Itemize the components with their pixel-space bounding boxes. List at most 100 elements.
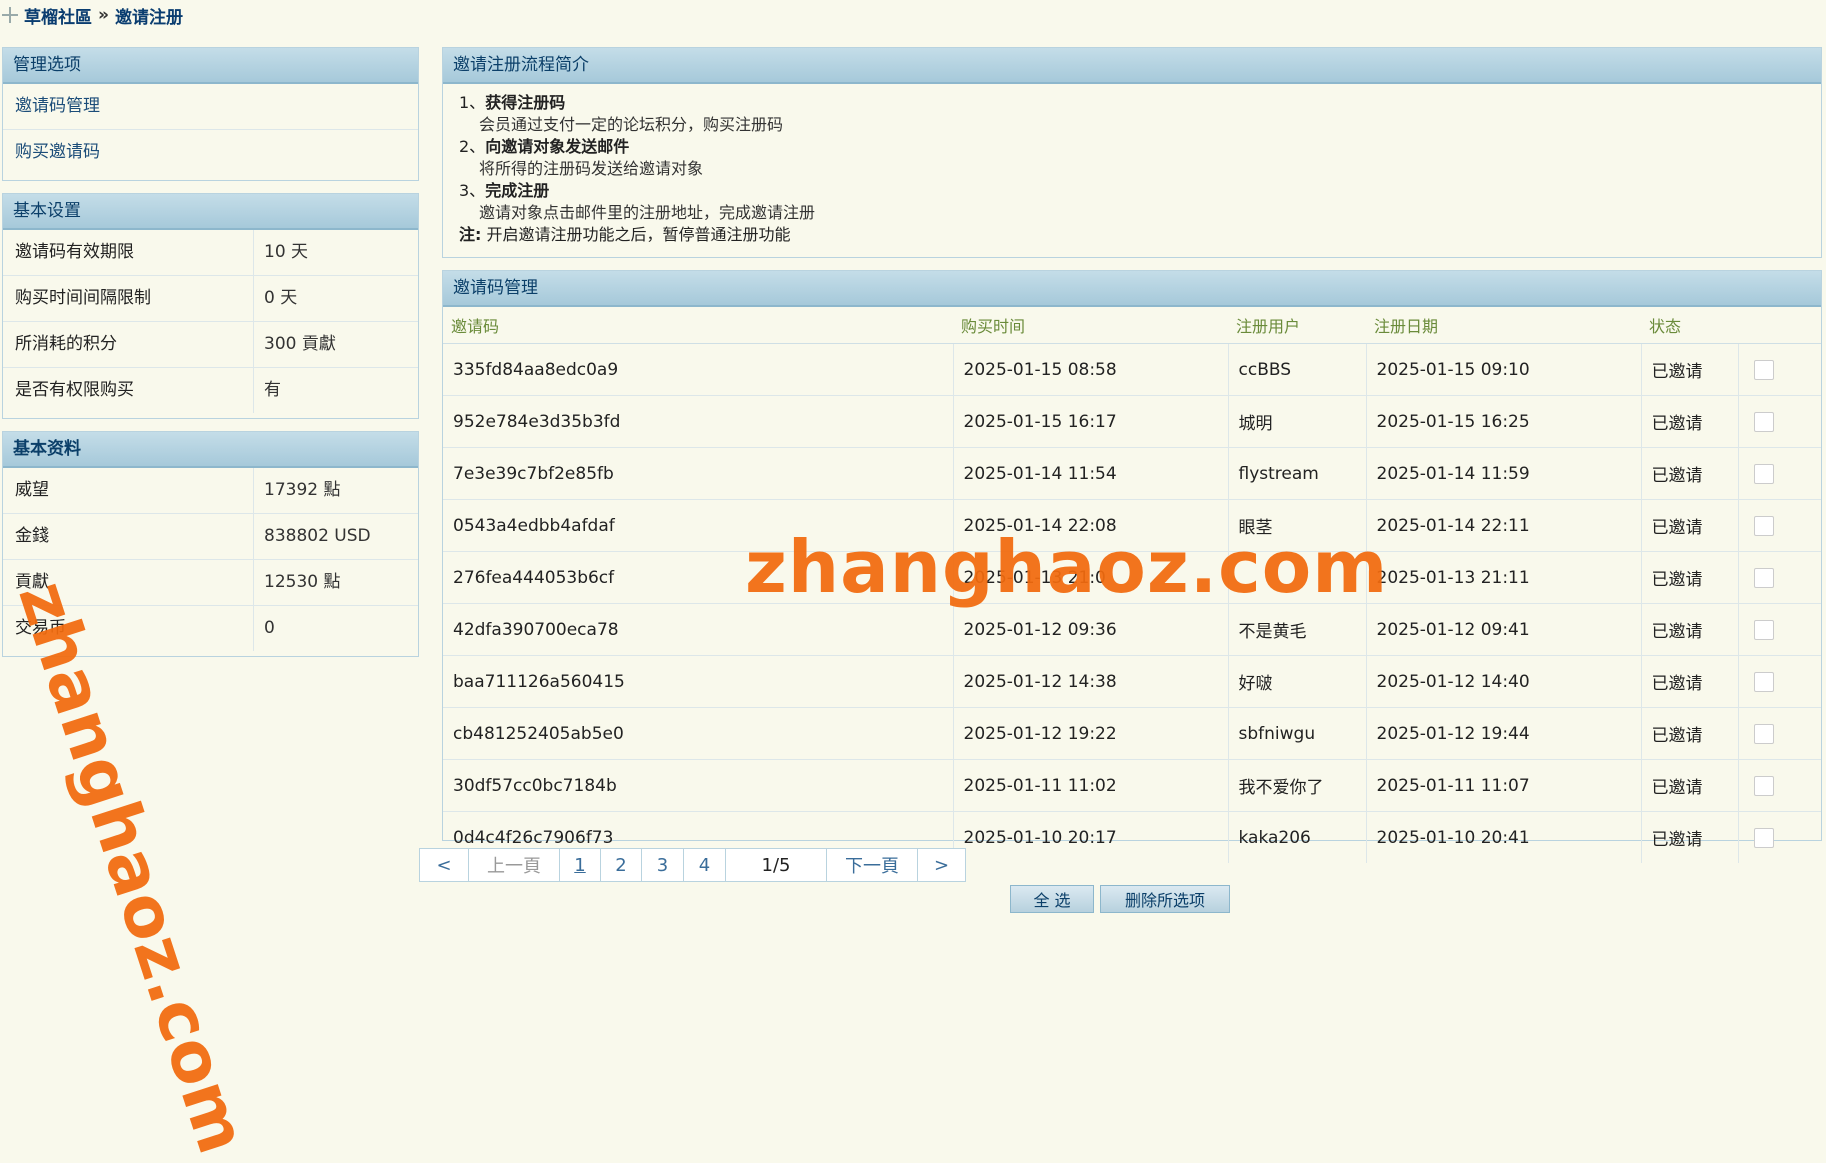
home-icon [2, 7, 18, 23]
row-checkbox[interactable] [1753, 671, 1774, 692]
sidebar-item-buy-code[interactable]: 购买邀请码 [3, 130, 418, 175]
row-checkbox[interactable] [1753, 723, 1774, 744]
setting-label: 所消耗的积分 [3, 322, 254, 367]
cell-code: 276fea444053b6cf [443, 551, 954, 604]
pager-page-info: 1/5 [726, 849, 827, 881]
cell-code: 952e784e3d35b3fd [443, 395, 954, 448]
col-header-user: 注册用户 [1228, 307, 1366, 344]
cell-status: 已邀请 [1641, 395, 1739, 448]
step-number: 2、 [459, 137, 486, 156]
profile-label: 威望 [3, 468, 254, 513]
cell-select [1738, 551, 1821, 604]
table-row: baa711126a560415 2025-01-12 14:38 好啵 202… [443, 655, 1821, 708]
row-checkbox[interactable] [1753, 515, 1774, 536]
cell-code: 30df57cc0bc7184b [443, 759, 954, 812]
manage-options-title: 管理选项 [3, 48, 418, 84]
cell-buy-time: 2025-01-15 08:58 [953, 343, 1229, 396]
cell-status: 已邀请 [1641, 499, 1739, 552]
cell-user: ccBBS [1228, 343, 1367, 396]
codes-table: 邀请码 购买时间 注册用户 注册日期 状态 335fd84aa8edc0a9 2… [443, 307, 1821, 863]
row-checkbox[interactable] [1753, 411, 1774, 432]
intro-note: 注: 开启邀请注册功能之后，暂停普通注册功能 [459, 224, 1805, 246]
cell-reg-date: 2025-01-15 16:25 [1366, 395, 1642, 448]
cell-buy-time: 2025-01-10 20:17 [953, 811, 1229, 863]
row-checkbox[interactable] [1753, 775, 1774, 796]
cell-reg-date: 2025-01-12 09:41 [1366, 603, 1642, 656]
pager-first-button[interactable]: < [420, 849, 469, 881]
profile-row: 威望 17392 點 [3, 468, 418, 514]
cell-reg-date: 2025-01-10 20:41 [1366, 811, 1642, 863]
table-row: cb481252405ab5e0 2025-01-12 19:22 sbfniw… [443, 707, 1821, 760]
breadcrumb-current[interactable]: 邀请注册 [115, 3, 183, 28]
cell-code: 7e3e39c7bf2e85fb [443, 447, 954, 500]
cell-status: 已邀请 [1641, 447, 1739, 500]
cell-user: kaka206 [1228, 811, 1367, 863]
note-label: 注: [459, 225, 482, 244]
cell-buy-time: 2025-01-12 09:36 [953, 603, 1229, 656]
pager-last-button[interactable]: > [918, 849, 965, 881]
pager-next-button[interactable]: 下一頁 [827, 849, 918, 881]
select-all-button[interactable]: 全 选 [1010, 885, 1094, 913]
intro-panel: 邀请注册流程简介 1、获得注册码 会员通过支付一定的论坛积分，购买注册码 2、向… [442, 47, 1822, 258]
basic-settings-panel: 基本设置 邀请码有效期限 10 天 购买时间间隔限制 0 天 所消耗的积分 300 貢… [2, 193, 419, 419]
setting-row: 邀请码有效期限 10 天 [3, 230, 418, 276]
cell-code: 0543a4edbb4afdaf [443, 499, 954, 552]
col-header-code: 邀请码 [443, 307, 953, 344]
setting-value: 300 貢獻 [264, 334, 336, 354]
cell-code: cb481252405ab5e0 [443, 707, 954, 760]
cell-buy-time: 2025-01-13 21:0 [953, 551, 1229, 604]
col-header-select [1738, 307, 1821, 344]
profile-value: 17392 點 [264, 480, 341, 500]
profile-label: 貢獻 [3, 560, 254, 605]
cell-reg-date: 2025-01-14 22:11 [1366, 499, 1642, 552]
step-description: 邀请对象点击邮件里的注册地址，完成邀请注册 [479, 203, 816, 222]
row-checkbox[interactable] [1753, 359, 1774, 380]
watermark-vertical: zhanghaoz.com [2, 572, 262, 1163]
cell-user: 我不爱你了 [1228, 759, 1367, 812]
row-checkbox[interactable] [1753, 827, 1774, 848]
profile-row: 金錢 838802 USD [3, 514, 418, 560]
delete-selected-button[interactable]: 删除所选项 [1100, 885, 1230, 913]
sidebar-item-code-manage[interactable]: 邀请码管理 [3, 84, 418, 130]
cell-reg-date: 2025-01-13 21:11 [1366, 551, 1642, 604]
cell-buy-time: 2025-01-14 11:54 [953, 447, 1229, 500]
table-row: 0543a4edbb4afdaf 2025-01-14 22:08 眼茎 202… [443, 499, 1821, 552]
row-checkbox[interactable] [1753, 567, 1774, 588]
cell-status: 已邀请 [1641, 811, 1739, 863]
setting-row: 是否有权限购买有 [3, 368, 418, 413]
pager-page-1[interactable]: 1 [560, 849, 601, 881]
cell-reg-date: 2025-01-14 11:59 [1366, 447, 1642, 500]
row-checkbox[interactable] [1753, 463, 1774, 484]
cell-user: 不是黄毛 [1228, 603, 1367, 656]
profile-value: 12530 點 [264, 572, 341, 592]
breadcrumb-home-link[interactable]: 草榴社區 [24, 3, 92, 28]
cell-select [1738, 655, 1821, 708]
cell-user: sbfniwgu [1228, 707, 1367, 760]
step-title: 完成注册 [485, 181, 550, 200]
cell-select [1738, 707, 1821, 760]
step-description: 会员通过支付一定的论坛积分，购买注册码 [479, 115, 784, 134]
intro-title: 邀请注册流程简介 [443, 48, 1821, 84]
pager-page-2[interactable]: 2 [601, 849, 642, 881]
setting-label: 购买时间间隔限制 [3, 276, 254, 321]
note-text: 开启邀请注册功能之后，暂停普通注册功能 [486, 225, 791, 244]
codes-body: 335fd84aa8edc0a9 2025-01-15 08:58 ccBBS … [443, 343, 1821, 863]
cell-code: 42dfa390700eca78 [443, 603, 954, 656]
step-number: 1、 [459, 93, 486, 112]
cell-select [1738, 343, 1821, 396]
cell-buy-time: 2025-01-11 11:02 [953, 759, 1229, 812]
pager-prev-button[interactable]: 上一頁 [469, 849, 560, 881]
pager-page-4[interactable]: 4 [684, 849, 726, 881]
row-checkbox[interactable] [1753, 619, 1774, 640]
pager-page-3[interactable]: 3 [642, 849, 684, 881]
intro-step: 3、完成注册 [459, 180, 1805, 202]
profile-label: 金錢 [3, 514, 254, 559]
setting-label: 是否有权限购买 [3, 368, 254, 413]
col-header-buy-time: 购买时间 [953, 307, 1228, 344]
table-header-row: 邀请码 购买时间 注册用户 注册日期 状态 [443, 307, 1821, 344]
step-description: 将所得的注册码发送给邀请对象 [479, 159, 704, 178]
setting-row: 所消耗的积分 300 貢獻 [3, 322, 418, 368]
cell-select [1738, 759, 1821, 812]
cell-reg-date: 2025-01-15 09:10 [1366, 343, 1642, 396]
cell-reg-date: 2025-01-12 14:40 [1366, 655, 1642, 708]
